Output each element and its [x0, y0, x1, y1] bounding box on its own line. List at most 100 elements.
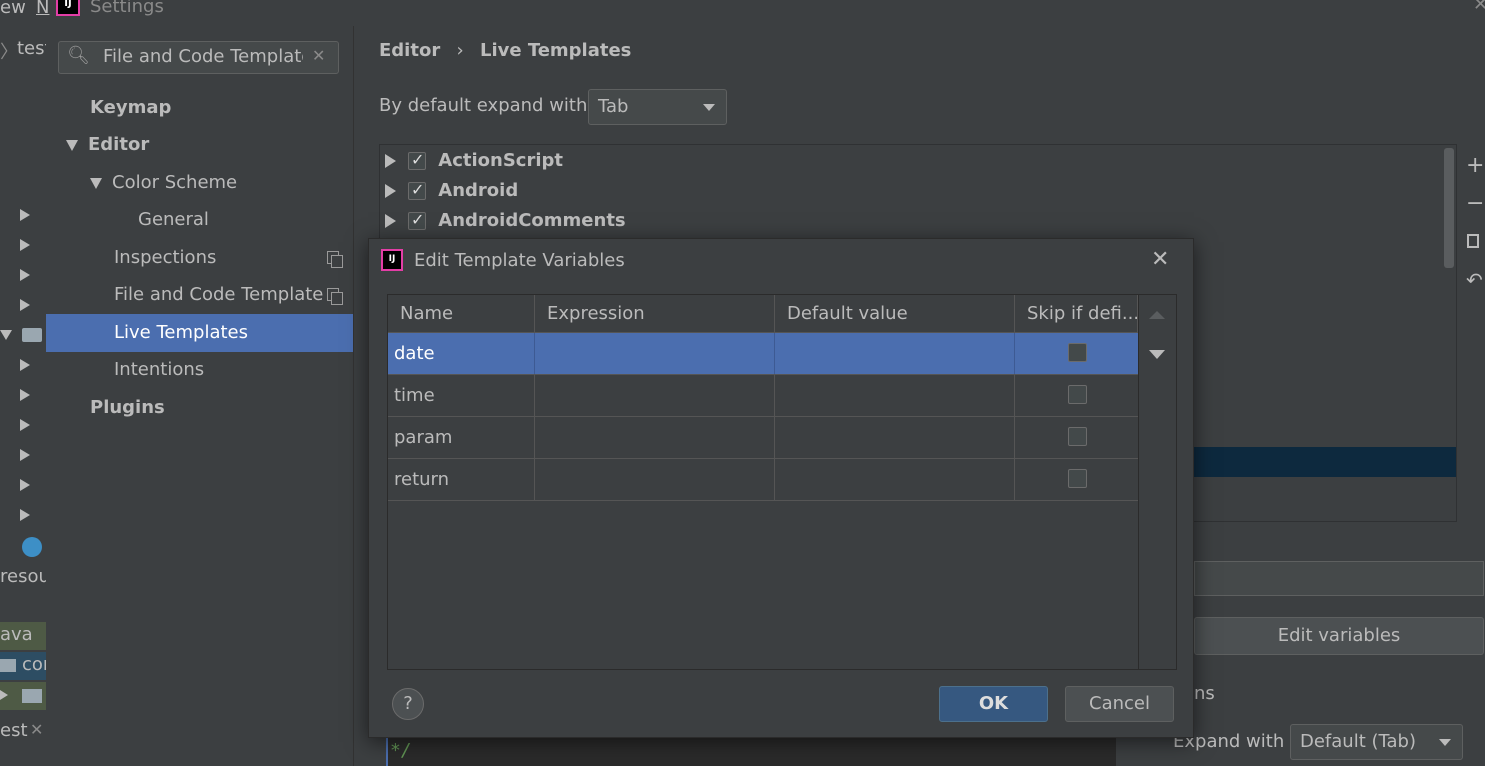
- menu-navigate-fragment[interactable]: N: [36, 0, 49, 18]
- tree-expand-icon[interactable]: [20, 509, 30, 521]
- sidebar-item-label: Intentions: [114, 359, 205, 380]
- project-scope-icon: [327, 251, 343, 268]
- sidebar-item-file-code-templates[interactable]: File and Code Template: [46, 276, 353, 314]
- tree-expand-icon[interactable]: [20, 299, 30, 311]
- move-up-icon[interactable]: [1149, 311, 1165, 319]
- template-group-row[interactable]: Android: [385, 180, 518, 201]
- column-header-default-value[interactable]: Default value: [775, 295, 1015, 333]
- column-header-name[interactable]: Name: [388, 295, 535, 333]
- group-checkbox[interactable]: [408, 180, 426, 200]
- expand-icon[interactable]: [385, 214, 396, 228]
- expand-icon[interactable]: [385, 184, 396, 198]
- description-input[interactable]: [1194, 561, 1484, 596]
- remove-icon[interactable]: −: [1466, 191, 1484, 216]
- column-header-expression[interactable]: Expression: [535, 295, 775, 333]
- move-down-icon[interactable]: [1149, 350, 1165, 359]
- template-text-editor[interactable]: */: [386, 738, 1116, 766]
- skip-checkbox[interactable]: [1068, 427, 1087, 446]
- tree-row-com: cor: [0, 652, 50, 680]
- tree-expand-icon[interactable]: [20, 449, 30, 461]
- cell-expression[interactable]: [535, 333, 775, 374]
- group-label: Android: [438, 180, 519, 201]
- cancel-button[interactable]: Cancel: [1065, 686, 1174, 722]
- cell-name[interactable]: return: [388, 459, 535, 500]
- tree-expand-icon[interactable]: [20, 419, 30, 431]
- group-label: AndroidComments: [438, 210, 626, 231]
- sidebar-item-color-scheme[interactable]: Color Scheme: [46, 164, 353, 202]
- tree-scrollbar[interactable]: [1444, 148, 1454, 268]
- page-title: Live Templates: [479, 40, 632, 61]
- add-icon[interactable]: +: [1466, 153, 1484, 178]
- tree-collapse-icon[interactable]: [0, 330, 12, 340]
- sidebar-item-live-templates[interactable]: Live Templates: [46, 314, 353, 352]
- tree-row-java-highlight: ava: [0, 622, 46, 650]
- tree-expand-icon[interactable]: [20, 389, 30, 401]
- tree-expand-icon[interactable]: [20, 209, 30, 221]
- menu-view-fragment[interactable]: ew: [0, 0, 26, 18]
- expand-icon[interactable]: [385, 154, 396, 168]
- chevron-down-icon: [703, 104, 715, 111]
- breadcrumb-separator-icon: 〉: [0, 42, 18, 63]
- tree-expand-icon[interactable]: [0, 690, 8, 700]
- sidebar-item-inspections[interactable]: Inspections: [46, 239, 353, 277]
- ok-button[interactable]: OK: [939, 686, 1048, 722]
- group-checkbox[interactable]: [408, 210, 426, 230]
- table-row[interactable]: param: [388, 417, 1138, 459]
- selected-template-row[interactable]: [1194, 447, 1456, 477]
- duplicate-icon[interactable]: [1467, 234, 1479, 248]
- cell-default-value[interactable]: [775, 417, 1015, 458]
- tree-expand-icon[interactable]: [20, 239, 30, 251]
- skip-checkbox[interactable]: [1068, 385, 1087, 404]
- template-group-row[interactable]: AndroidComments: [385, 210, 626, 231]
- cell-name[interactable]: param: [388, 417, 535, 458]
- tree-expand-icon[interactable]: [20, 479, 30, 491]
- row-order-toolbar: [1139, 294, 1177, 670]
- group-checkbox[interactable]: [408, 150, 426, 170]
- sidebar-item-intentions[interactable]: Intentions: [46, 351, 353, 389]
- cell-default-value[interactable]: [775, 375, 1015, 416]
- column-header-skip[interactable]: Skip if defi...: [1015, 295, 1138, 333]
- cell-expression[interactable]: [535, 417, 775, 458]
- cell-default-value[interactable]: [775, 333, 1015, 374]
- table-row[interactable]: return: [388, 459, 1138, 501]
- tree-expand-icon[interactable]: [20, 269, 30, 281]
- expand-with-label: By default expand with: [379, 95, 588, 116]
- restore-icon[interactable]: ↶: [1466, 268, 1483, 292]
- editor-tab-test[interactable]: est: [0, 720, 28, 741]
- sidebar-item-label: Color Scheme: [112, 172, 238, 193]
- sidebar-item-keymap[interactable]: Keymap: [46, 89, 353, 127]
- sidebar-item-plugins[interactable]: Plugins: [46, 389, 353, 427]
- window-close-icon[interactable]: ✕: [1473, 0, 1485, 15]
- skip-checkbox[interactable]: [1068, 343, 1087, 362]
- dialog-title: Edit Template Variables: [414, 250, 625, 271]
- expand-with-dropdown[interactable]: Tab: [588, 89, 727, 125]
- sidebar-item-label: Plugins: [90, 397, 165, 418]
- clear-search-icon[interactable]: ✕: [312, 46, 325, 65]
- table-row[interactable]: date: [388, 333, 1138, 375]
- resource-settings-icon: [22, 537, 42, 557]
- settings-search-input[interactable]: 🔍︎ File and Code Template ✕: [58, 41, 339, 74]
- cell-name[interactable]: time: [388, 375, 535, 416]
- tree-expand-icon[interactable]: [20, 359, 30, 371]
- cell-expression[interactable]: [535, 375, 775, 416]
- template-expand-dropdown[interactable]: Default (Tab): [1290, 724, 1463, 760]
- dialog-close-icon[interactable]: ✕: [1151, 247, 1169, 272]
- edit-variables-button[interactable]: Edit variables: [1194, 617, 1484, 655]
- sidebar-item-label: Editor: [88, 134, 150, 155]
- cell-name[interactable]: date: [388, 333, 535, 374]
- table-row[interactable]: time: [388, 375, 1138, 417]
- skip-checkbox[interactable]: [1068, 469, 1087, 488]
- breadcrumb-editor[interactable]: Editor: [379, 40, 440, 61]
- template-text-fragment: */: [390, 740, 412, 761]
- cell-expression[interactable]: [535, 459, 775, 500]
- tab-close-icon[interactable]: ✕: [30, 720, 43, 739]
- collapse-icon[interactable]: [66, 139, 78, 151]
- collapse-icon[interactable]: [90, 177, 102, 189]
- sidebar-item-general[interactable]: General: [46, 201, 353, 239]
- template-group-row[interactable]: ActionScript: [385, 150, 563, 171]
- sidebar-item-editor[interactable]: Editor: [46, 126, 353, 164]
- cell-default-value[interactable]: [775, 459, 1015, 500]
- dropdown-value: Default (Tab): [1300, 731, 1417, 752]
- help-button[interactable]: ?: [392, 688, 424, 720]
- tree-label-java[interactable]: ava: [0, 624, 33, 645]
